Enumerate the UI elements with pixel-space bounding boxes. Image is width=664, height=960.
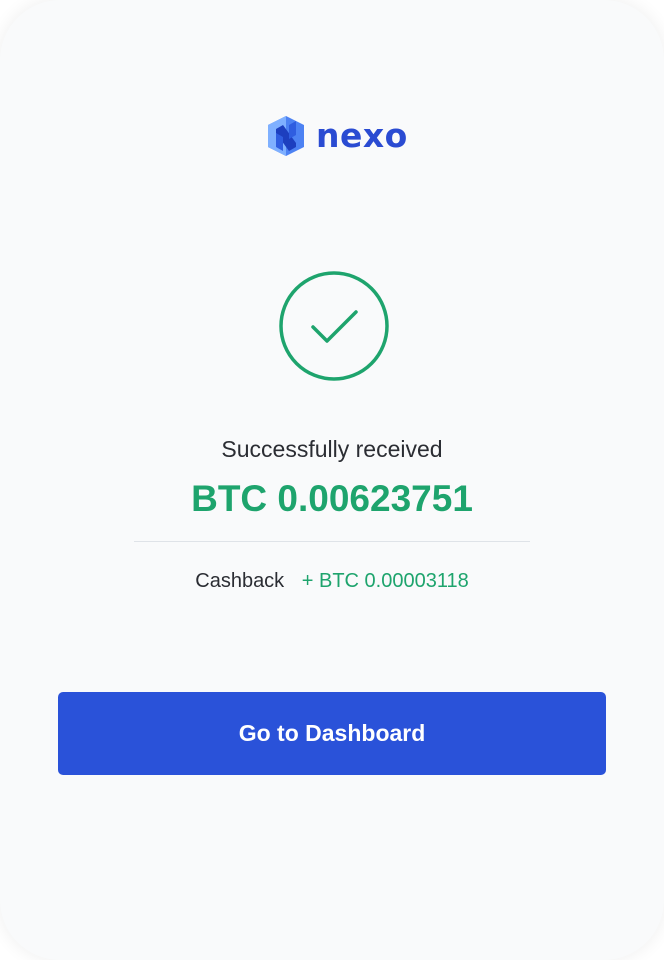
divider <box>134 541 530 542</box>
cashback-value: + BTC 0.00003118 <box>301 570 469 592</box>
brand-name: nexo <box>316 116 408 155</box>
success-screen: nexo Successfully received BTC 0.0062375… <box>0 0 664 960</box>
cashback-row: Cashback + BTC 0.00003118 <box>0 570 664 593</box>
check-circle-icon <box>279 271 389 381</box>
received-amount: BTC 0.00623751 <box>191 478 473 519</box>
brand-logo: nexo <box>266 116 408 156</box>
cashback-label: Cashback <box>195 570 285 592</box>
nexo-logo-icon <box>268 116 304 156</box>
status-label: Successfully received <box>221 436 443 462</box>
confirmation-card: nexo Successfully received BTC 0.0062375… <box>0 0 664 960</box>
go-to-dashboard-button[interactable]: Go to Dashboard <box>58 692 606 775</box>
